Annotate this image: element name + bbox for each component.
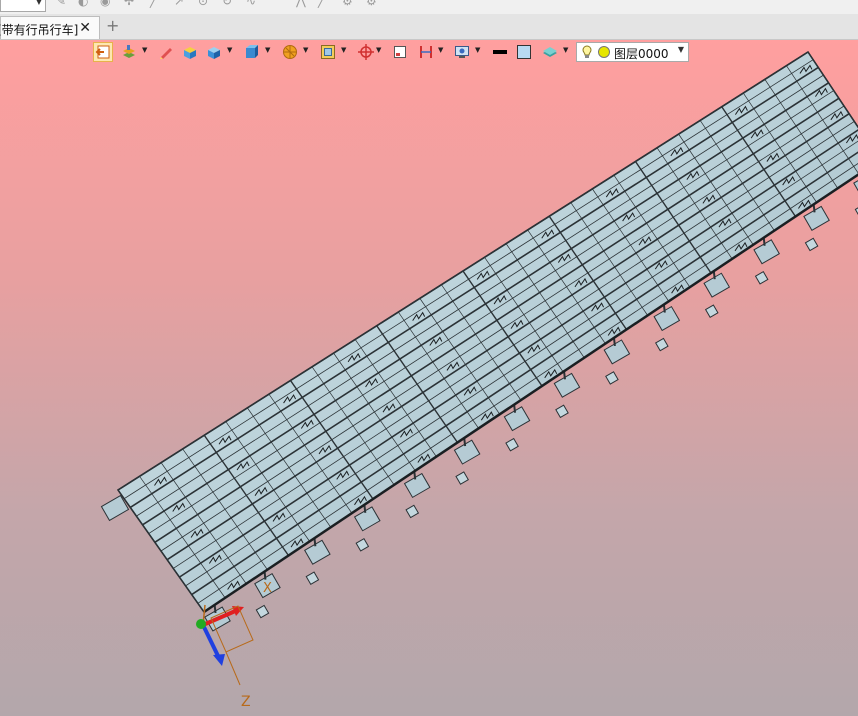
- column-base: [753, 239, 780, 265]
- line-icon[interactable]: ╱: [150, 0, 164, 8]
- close-icon[interactable]: ✕: [79, 20, 91, 36]
- column-base: [553, 372, 581, 398]
- chevron-down-icon[interactable]: ▼: [563, 46, 568, 54]
- doc-icon: [394, 46, 406, 58]
- pencil-icon: [160, 48, 172, 59]
- layer-color-icon[interactable]: [598, 46, 610, 58]
- anchor-block: [455, 471, 469, 485]
- z-axis-label: Z: [241, 694, 251, 710]
- column-base: [453, 439, 481, 465]
- anchor-block: [804, 237, 819, 252]
- cube-view-icon: [246, 45, 258, 58]
- gear-icon[interactable]: ⚙: [342, 0, 356, 8]
- layer-select[interactable]: 图层0000 ▼: [576, 42, 689, 62]
- curve-icon[interactable]: ⌒: [272, 0, 286, 10]
- chevron-down-icon[interactable]: ▼: [475, 46, 480, 54]
- roof-structure: [100, 50, 858, 614]
- fill-color-icon: [517, 45, 531, 59]
- document-tab[interactable]: [带有行吊行车] ✕: [0, 16, 100, 39]
- ribbon-combo[interactable]: ▼: [0, 0, 46, 12]
- chevron-down-icon[interactable]: ▼: [678, 45, 684, 54]
- document-tab-label: [带有行吊行车]: [0, 23, 79, 37]
- display-settings-button[interactable]: [452, 42, 472, 62]
- chevron-down-icon[interactable]: ▼: [438, 46, 443, 54]
- anchor-block: [505, 437, 519, 452]
- frame-button[interactable]: [318, 42, 338, 62]
- anchor-block: [405, 504, 420, 519]
- snap-target-icon: [358, 44, 374, 60]
- node-icon[interactable]: ✢: [124, 0, 138, 8]
- model-canvas[interactable]: X Z: [0, 40, 858, 716]
- ribbon-strip: ▼ ✎ ◐ ◉ ✢ ╱ ↗ ⊙ ↻ ∿ ⌒ ⋀ ╱ ⚙ ⚙: [0, 0, 858, 15]
- layers-button[interactable]: [119, 42, 139, 62]
- chevron-down-icon[interactable]: ▼: [341, 46, 346, 54]
- anchor-block: [255, 604, 270, 619]
- layer-name: 图层0000: [614, 47, 669, 61]
- line-color-icon: [493, 50, 507, 54]
- rotate-icon[interactable]: ↻: [222, 0, 236, 8]
- document-tab-bar: [带有行吊行车] ✕: [0, 14, 858, 40]
- plane-icon: [543, 47, 557, 57]
- spline-icon[interactable]: ∿: [246, 0, 260, 8]
- z-axis-arrow-icon: [213, 654, 225, 666]
- anchor-block: [655, 337, 669, 352]
- anchor-block: [355, 537, 370, 552]
- x-axis-label: X: [263, 581, 272, 596]
- anchor-block: [605, 371, 619, 385]
- anchor-block: [704, 304, 719, 319]
- column-base: [403, 472, 431, 499]
- arrow-icon[interactable]: ↗: [174, 0, 188, 8]
- chevron-down-icon[interactable]: ▼: [227, 46, 232, 54]
- chevron-down-icon[interactable]: ▼: [142, 46, 147, 54]
- cube-view-button[interactable]: [242, 42, 262, 62]
- fill-color-button[interactable]: [514, 42, 534, 62]
- 3d-viewport[interactable]: X Z: [0, 40, 858, 716]
- layer-state-icons: [582, 45, 610, 58]
- column-base: [703, 272, 731, 298]
- column-base: [304, 539, 331, 565]
- dimension-icon: [420, 46, 432, 58]
- frame-icon: [321, 45, 335, 59]
- play-icon[interactable]: ◉: [100, 0, 114, 8]
- pencil-button[interactable]: [156, 42, 176, 62]
- chevron-down-icon: ▼: [35, 0, 42, 6]
- anchor-block: [754, 270, 769, 285]
- column-base: [353, 506, 381, 532]
- render-ball-icon: [283, 45, 297, 59]
- tool-icon[interactable]: ◐: [78, 0, 92, 8]
- box-yellow-button[interactable]: [180, 42, 200, 62]
- circle-icon[interactable]: ⊙: [198, 0, 212, 8]
- origin-point: [196, 619, 206, 629]
- layers-icon: [123, 45, 135, 58]
- column-base: [653, 305, 681, 332]
- lightbulb-icon[interactable]: [582, 45, 592, 58]
- slash-icon[interactable]: ╱: [318, 0, 332, 8]
- line-color-button[interactable]: [490, 42, 510, 62]
- new-tab-button[interactable]: +: [106, 16, 119, 35]
- dimension-button[interactable]: [416, 42, 436, 62]
- doc-button[interactable]: [390, 42, 410, 62]
- chevron-down-icon[interactable]: ▼: [376, 46, 381, 54]
- display-settings-icon: [455, 46, 469, 58]
- render-button[interactable]: [280, 42, 300, 62]
- column-base: [803, 205, 830, 232]
- plane-button[interactable]: [540, 42, 560, 62]
- box-yellow-icon: [184, 47, 196, 59]
- box-blue-button[interactable]: [204, 42, 224, 62]
- exit-sketch-icon: [95, 45, 110, 59]
- gear2-icon[interactable]: ⚙: [366, 0, 380, 8]
- chevron-down-icon[interactable]: ▼: [265, 46, 270, 54]
- chevron-down-icon[interactable]: ▼: [303, 46, 308, 54]
- column-base: [603, 339, 631, 365]
- box-blue-icon: [208, 47, 220, 59]
- exit-sketch-button[interactable]: [93, 42, 113, 62]
- peak-icon[interactable]: ⋀: [296, 0, 310, 8]
- snap-button[interactable]: [356, 42, 376, 62]
- anchor-block: [555, 404, 569, 419]
- column-base: [503, 406, 531, 432]
- z-extension: [225, 651, 241, 686]
- select-icon[interactable]: ✎: [56, 0, 70, 8]
- anchor-block: [305, 571, 320, 586]
